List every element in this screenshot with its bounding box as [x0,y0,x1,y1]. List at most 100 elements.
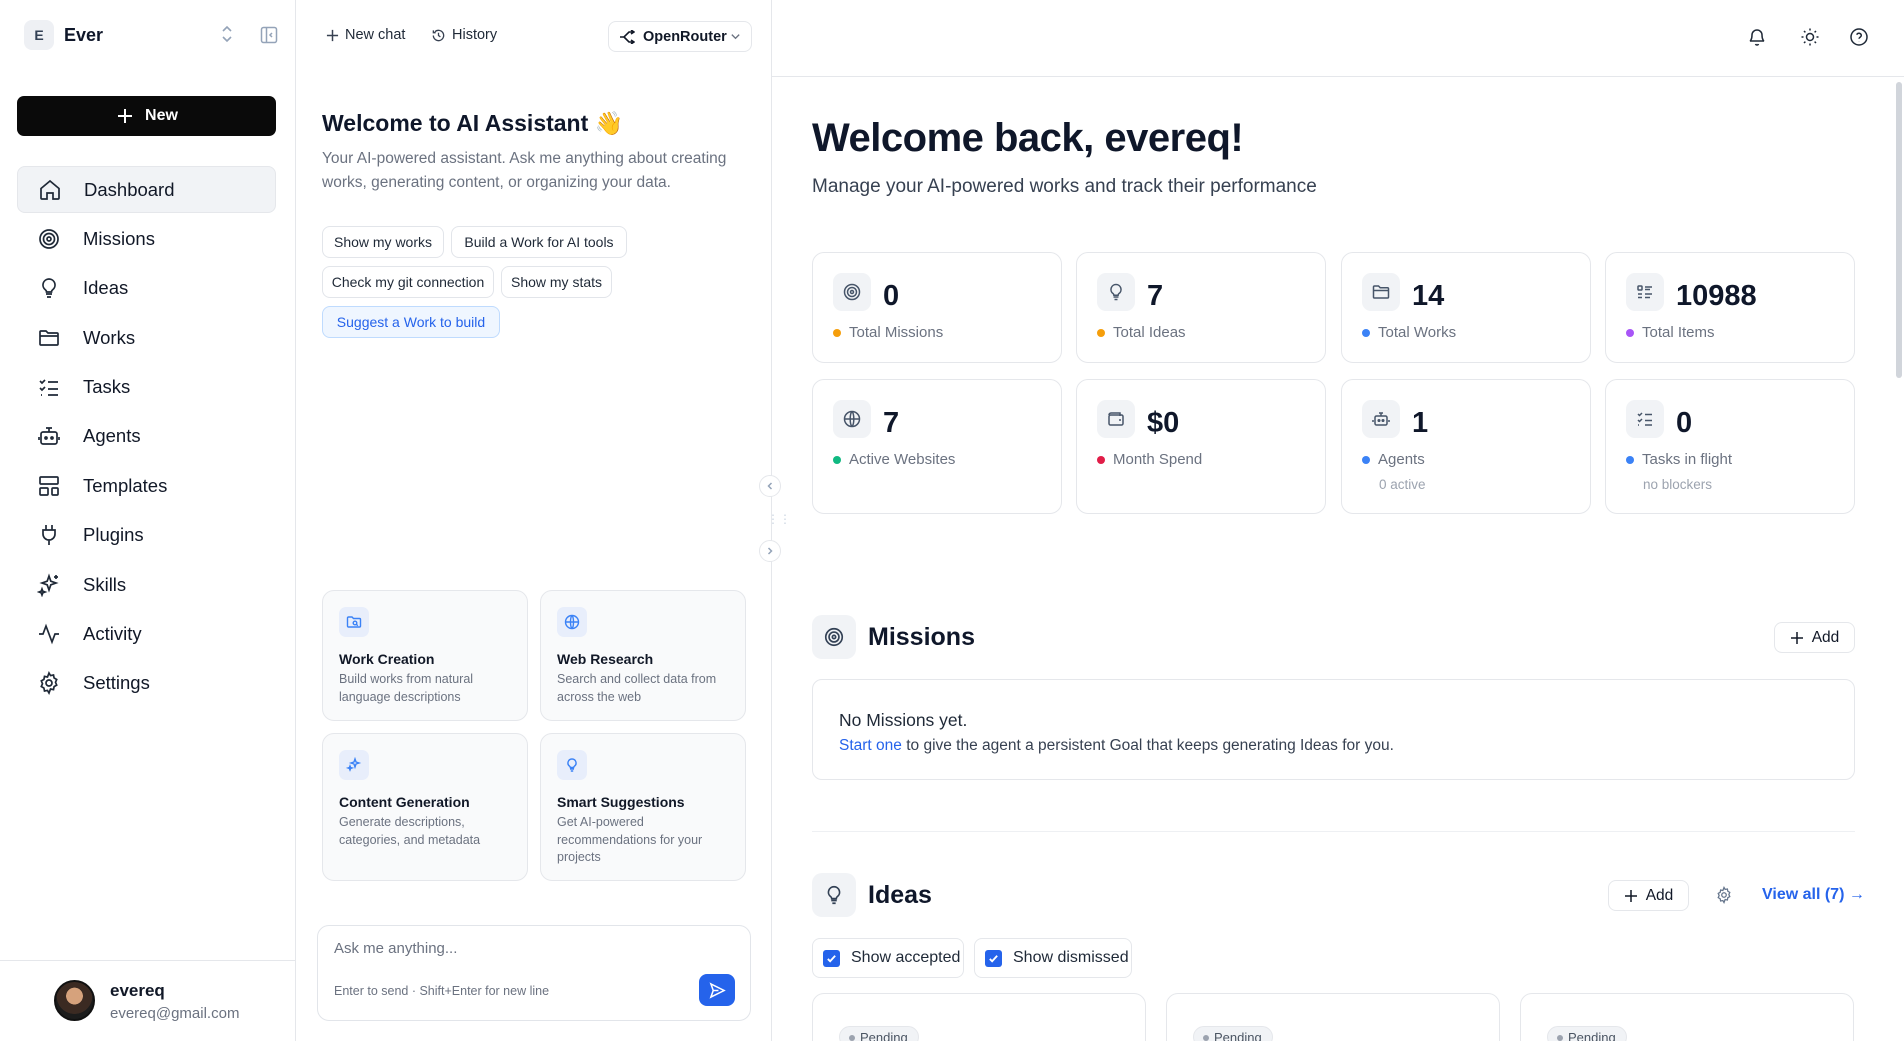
feature-card-smart-suggestions[interactable]: Smart Suggestions Get AI-powered recomme… [540,733,746,881]
globe-icon [557,607,587,637]
stat-card-items[interactable]: 10988 Total Items [1605,252,1855,363]
sidebar-item-plugins[interactable]: Plugins [17,512,276,559]
section-divider [812,831,1855,832]
feature-card-work-creation[interactable]: Work Creation Build works from natural l… [322,590,528,721]
stat-card-websites[interactable]: 7 Active Websites [812,379,1062,514]
chat-input[interactable]: Ask me anything... [334,940,457,957]
stat-card-works[interactable]: 14 Total Works [1341,252,1591,363]
stat-card-ideas[interactable]: 7 Total Ideas [1076,252,1326,363]
chip-show-stats[interactable]: Show my stats [501,266,612,298]
chat-composer[interactable]: Ask me anything... Enter to send · Shift… [317,925,751,1021]
idea-card[interactable]: Pending [812,993,1146,1041]
help-icon[interactable] [1849,27,1869,47]
sidebar-item-label: Plugins [83,524,144,546]
stat-card-missions[interactable]: 0 Total Missions [812,252,1062,363]
add-idea-button[interactable]: Add [1608,880,1689,911]
gear-icon [40,671,58,696]
send-button[interactable] [699,974,735,1006]
chevrons-up-down-icon[interactable] [220,24,234,44]
idea-card[interactable]: Pending [1166,993,1500,1041]
sidebar-collapse-icon[interactable] [260,26,278,44]
bell-icon[interactable] [1747,27,1767,47]
stat-sublabel: 0 active [1379,477,1426,492]
stat-label: Total Items [1626,324,1715,341]
sidebar-item-label: Agents [83,425,141,447]
chip-check-git[interactable]: Check my git connection [322,266,494,298]
stat-label: Active Websites [833,451,955,468]
new-button[interactable]: New [17,96,276,136]
status-badge: Pending [1547,1026,1627,1041]
workspace-switcher[interactable]: E Ever [24,20,280,50]
sun-icon[interactable] [1800,27,1820,47]
user-menu[interactable]: evereq evereq@gmail.com [0,960,296,1041]
stat-value: 1 [1412,407,1429,439]
lightbulb-icon [1097,273,1135,311]
feature-card-web-research[interactable]: Web Research Search and collect data fro… [540,590,746,721]
plus-icon [1624,889,1637,902]
sidebar-nav: Dashboard Missions Ideas Works Tasks Age… [17,166,276,709]
new-chat-button[interactable]: New chat [326,27,405,43]
stat-card-tasks[interactable]: 0 Tasks in flight no blockers [1605,379,1855,514]
stat-label: Total Works [1362,324,1456,341]
show-accepted-toggle[interactable]: Show accepted [812,938,964,978]
main-topbar [772,0,1904,77]
target-icon [833,273,871,311]
sidebar-item-templates[interactable]: Templates [17,462,276,509]
status-dot [1626,455,1634,464]
view-all-ideas-link[interactable]: View all (7) → [1762,886,1865,904]
history-label: History [452,27,498,43]
lightbulb-icon [812,873,856,917]
sidebar-item-missions[interactable]: Missions [17,215,276,262]
stat-label: Total Ideas [1097,324,1186,341]
list-icon [1626,273,1664,311]
history-button[interactable]: History [431,27,497,43]
stat-label: Total Missions [833,324,943,341]
stat-label: Tasks in flight [1626,451,1732,468]
home-icon [40,179,60,200]
checkbox-checked-icon[interactable] [823,949,840,967]
empty-title: No Missions yet. [839,710,968,730]
checkbox-checked-icon[interactable] [985,949,1002,967]
show-dismissed-toggle[interactable]: Show dismissed [974,938,1132,978]
plus-icon [118,109,133,123]
feature-title: Smart Suggestions [557,794,685,810]
add-mission-button[interactable]: Add [1774,622,1855,653]
page-subtitle: Manage your AI-powered works and track t… [812,176,1317,197]
sidebar-item-settings[interactable]: Settings [17,660,276,707]
stat-card-agents[interactable]: 1 Agents 0 active [1341,379,1591,514]
stat-sublabel: no blockers [1643,477,1713,492]
provider-select[interactable]: OpenRouter [608,21,752,52]
chip-show-my-works[interactable]: Show my works [322,226,444,258]
sidebar-item-label: Templates [83,474,168,496]
add-mission-label: Add [1811,628,1840,646]
main-scrollbar[interactable] [1896,82,1902,378]
status-dot [1626,328,1634,337]
sidebar-item-skills[interactable]: Skills [17,561,276,608]
sidebar-item-label: Settings [83,672,150,694]
lightbulb-icon [42,278,56,299]
feature-desc: Generate descriptions, categories, and m… [339,815,481,847]
chip-build-work[interactable]: Build a Work for AI tools [451,226,627,258]
feature-card-content-generation[interactable]: Content Generation Generate descriptions… [322,733,528,881]
start-mission-link[interactable]: Start one [839,737,902,754]
idea-card[interactable]: Pending [1520,993,1854,1041]
gear-icon[interactable] [1715,886,1733,904]
sidebar-item-activity[interactable]: Activity [17,611,276,658]
feature-desc: Build works from natural language descri… [339,672,474,704]
ideas-title: Ideas [868,881,932,909]
sidebar-item-dashboard[interactable]: Dashboard [17,166,276,213]
plus-icon [326,29,339,41]
provider-label: OpenRouter [643,28,727,45]
stat-value: $0 [1147,407,1180,439]
stat-card-spend[interactable]: $0 Month Spend [1076,379,1326,514]
show-accepted-label: Show accepted [851,949,961,966]
sidebar-item-ideas[interactable]: Ideas [17,265,276,312]
stat-label-text: Total Items [1642,324,1715,341]
empty-description: Start one to give the agent a persistent… [839,737,1394,755]
chip-suggest-work[interactable]: Suggest a Work to build [322,306,500,338]
chat-input-hint: Enter to send · Shift+Enter for new line [334,984,550,998]
sidebar-item-works[interactable]: Works [17,314,276,361]
sidebar-item-agents[interactable]: Agents [17,413,276,460]
lightbulb-icon [557,750,587,780]
sidebar-item-tasks[interactable]: Tasks [17,364,276,411]
